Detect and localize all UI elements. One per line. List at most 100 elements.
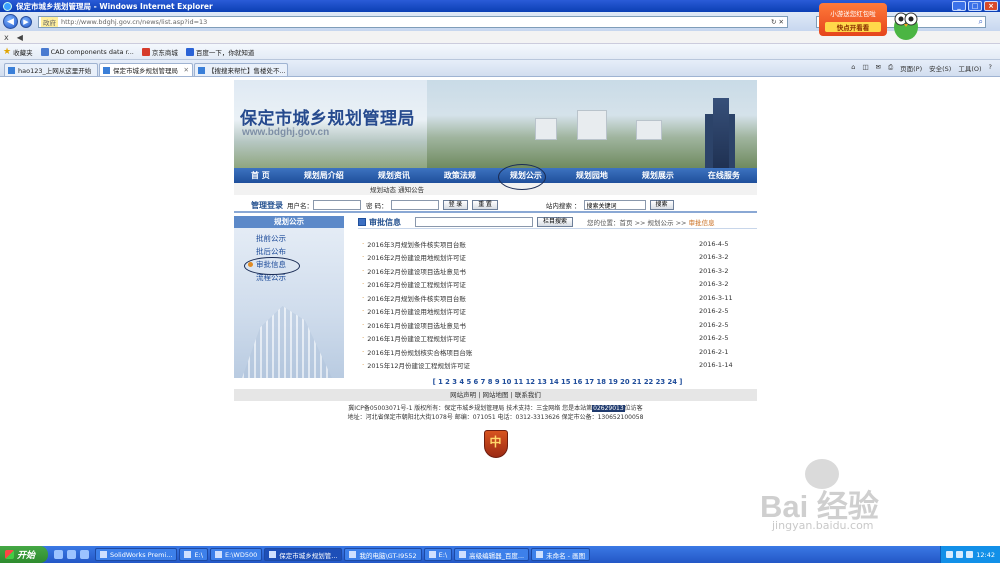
sub-nav-links[interactable]: 规划动态 通知公告 xyxy=(370,184,424,194)
quicklaunch-icon[interactable] xyxy=(54,550,63,559)
clock[interactable]: 12:42 xyxy=(976,551,995,559)
tray-icon[interactable] xyxy=(946,551,954,558)
item-title[interactable]: 2016年2月份建设项目选址意见书 xyxy=(367,266,466,276)
taskbar-item[interactable]: SolidWorks Premi... xyxy=(95,548,178,561)
feeds-icon[interactable]: ◫ xyxy=(862,63,868,73)
red-packet-popup[interactable]: 小游送您红包啦 快点开看看 xyxy=(819,3,887,36)
gov-badge-icon[interactable]: 中 xyxy=(483,430,508,458)
taskbar-item[interactable]: E:\ xyxy=(423,548,453,561)
mail-icon[interactable]: ✉ xyxy=(875,63,880,73)
list-item[interactable]: · 2016年1月份建设用地规划许可证 2016-2-5 xyxy=(358,305,757,319)
list-item[interactable]: · 2016年2月规划条件核实项目台账 2016-3-11 xyxy=(358,291,757,305)
building-shape xyxy=(577,110,607,140)
close-tab-icon[interactable]: ✕ xyxy=(184,66,189,74)
visitor-counter: 02629013 xyxy=(592,405,625,412)
taskbar-item[interactable]: 高级编辑器_百度... xyxy=(454,548,530,561)
item-title[interactable]: 2016年1月份建设用地规划许可证 xyxy=(367,306,466,316)
favorite-cad[interactable]: CAD components data r... xyxy=(40,47,134,56)
site-search-input[interactable] xyxy=(583,200,646,210)
taskbar-item[interactable]: E:\WD500 xyxy=(209,548,263,561)
close-window-button[interactable]: × xyxy=(984,1,998,11)
breadcrumb-path[interactable]: 您的位置：首页 >> 规划公示 >> xyxy=(587,219,689,227)
item-title[interactable]: 2016年1月份规划核实合格项目台账 xyxy=(367,347,472,357)
popup-line2[interactable]: 快点开看看 xyxy=(825,22,881,32)
item-title[interactable]: 2016年1月份建设项目选址意见书 xyxy=(367,320,466,330)
list-item[interactable]: · 2016年2月份建设用地规划许可证 2016-3-2 xyxy=(358,251,757,265)
sidebar: 规划公示 批前公示 批后公布 审批信息 流程公示 xyxy=(234,216,344,378)
sidebar-item-approval-info[interactable]: 审批信息 xyxy=(234,257,344,275)
safety-menu[interactable]: 安全(S) xyxy=(929,63,951,73)
item-title[interactable]: 2016年2月规划条件核实项目台账 xyxy=(367,293,466,303)
list-item[interactable]: · 2016年2月份建设工程规划许可证 2016-3-2 xyxy=(358,278,757,292)
item-title[interactable]: 2016年2月份建设工程规划许可证 xyxy=(367,279,466,289)
sidebar-item-post-approval[interactable]: 批后公布 xyxy=(234,245,344,258)
nav-policy[interactable]: 政策法规 xyxy=(444,170,476,181)
section-title: 审批信息 xyxy=(369,217,401,227)
tab-hao123[interactable]: hao123_上网从这里开始 xyxy=(4,63,98,76)
taskbar-item-active[interactable]: 保定市城乡规划管... xyxy=(264,548,343,561)
tray-icon[interactable] xyxy=(966,551,974,558)
search-icon[interactable]: ⌕ xyxy=(979,17,983,27)
sidebar-item-pre-approval[interactable]: 批前公示 xyxy=(234,232,344,245)
quicklaunch-icon[interactable] xyxy=(80,550,89,559)
column-search-input[interactable] xyxy=(415,217,533,227)
nav-service[interactable]: 在线服务 xyxy=(708,170,740,181)
list-item[interactable]: · 2016年1月份建设项目选址意见书 2016-2-5 xyxy=(358,318,757,332)
refresh-icon[interactable]: ↻ ✕ xyxy=(768,18,787,26)
minimize-button[interactable]: _ xyxy=(952,1,966,11)
tray-icon[interactable] xyxy=(956,551,964,558)
nav-garden[interactable]: 规划园地 xyxy=(576,170,608,181)
help-icon[interactable]: ? xyxy=(989,63,992,73)
list-item[interactable]: · 2016年1月份建设工程规划许可证 2016-2-5 xyxy=(358,332,757,346)
nav-home[interactable]: 首 页 xyxy=(251,170,270,181)
pagination[interactable]: [ 1 2 3 4 5 6 7 8 9 10 11 12 13 14 15 16… xyxy=(358,378,757,386)
password-input[interactable] xyxy=(390,200,439,210)
tab-label: hao123_上网从这里开始 xyxy=(18,67,92,75)
item-title[interactable]: 2015年12月份建设工程规划许可证 xyxy=(367,360,470,370)
taskbar-item[interactable]: 未命名 - 画图 xyxy=(531,548,591,561)
footer-visitor-suffix: 位访客 xyxy=(624,405,643,412)
address-bar[interactable]: 政府 http://www.bdghj.gov.cn/news/list.asp… xyxy=(38,15,788,28)
item-title[interactable]: 2016年3月规划条件核实项目台账 xyxy=(367,239,466,249)
list-item[interactable]: · 2016年3月规划条件核实项目台账 2016-4-5 xyxy=(358,237,757,251)
favorites-button[interactable]: ★ 收藏夹 xyxy=(3,47,33,57)
site-search-button[interactable]: 搜索 xyxy=(649,200,674,210)
print-icon[interactable]: ⎙ xyxy=(888,63,893,73)
nav-news[interactable]: 规划资讯 xyxy=(378,170,410,181)
back-icon[interactable]: ◀ xyxy=(3,14,18,29)
tools-menu[interactable]: 工具(O) xyxy=(958,63,981,73)
close-tab-icon[interactable]: x xyxy=(4,33,9,42)
command-bar: ⌂ ◫ ✉ ⎙ 页面(P) 安全(S) 工具(O) ? xyxy=(851,63,992,73)
nav-exhibit[interactable]: 规划展示 xyxy=(642,170,674,181)
list-item[interactable]: · 2016年1月份规划核实合格项目台账 2016-2-1 xyxy=(358,345,757,359)
reset-button[interactable]: 重 置 xyxy=(472,200,498,210)
quicklaunch-icon[interactable] xyxy=(67,550,76,559)
sub-nav: 规划动态 通知公告 xyxy=(234,183,757,195)
nav-publicity[interactable]: 规划公示 xyxy=(497,164,546,190)
footer-copyright: 冀ICP备05003071号-1 版权所有：保定市城乡规划管理局 技术支持：三金… xyxy=(348,405,593,412)
footer-line2: 地址：河北省保定市朝阳北大街1078号 邮编：071051 电话：0312-33… xyxy=(347,414,644,421)
nav-about[interactable]: 规划局介绍 xyxy=(304,170,344,181)
list-item[interactable]: · 2015年12月份建设工程规划许可证 2016-1-14 xyxy=(358,359,757,373)
start-button[interactable]: 开始 xyxy=(0,546,48,563)
tab-soso[interactable]: 【搜搜来帮忙】售楼处不... xyxy=(194,63,288,76)
username-input[interactable] xyxy=(313,200,361,210)
login-button[interactable]: 登 录 xyxy=(442,200,469,210)
item-title[interactable]: 2016年2月份建设用地规划许可证 xyxy=(367,252,466,262)
toolbar-extra-icon[interactable]: ◀ xyxy=(17,33,23,42)
taskbar-item[interactable]: E:\ xyxy=(179,548,208,561)
tab-bdghj[interactable]: 保定市城乡规划管理局 ✕ xyxy=(99,63,193,76)
item-date: 2016-2-5 xyxy=(699,307,729,316)
column-search-button[interactable]: 栏目搜索 xyxy=(537,217,574,227)
footer-links[interactable]: 网站声明 | 网站地图 | 联系我们 xyxy=(234,389,757,401)
favorite-baidu[interactable]: 百度一下，你就知道 xyxy=(185,47,254,57)
favorite-jd[interactable]: 京东商城 xyxy=(141,47,178,57)
taskbar-item[interactable]: 我的电脑\GT-I9552 xyxy=(344,548,422,561)
item-title[interactable]: 2016年1月份建设工程规划许可证 xyxy=(367,333,466,343)
login-title: 管理登录 xyxy=(251,200,283,210)
list-item[interactable]: · 2016年2月份建设项目选址意见书 2016-3-2 xyxy=(358,264,757,278)
forward-icon[interactable]: ▶ xyxy=(20,15,32,28)
maximize-button[interactable]: □ xyxy=(968,1,982,11)
page-menu[interactable]: 页面(P) xyxy=(900,63,922,73)
home-icon[interactable]: ⌂ xyxy=(851,63,855,73)
